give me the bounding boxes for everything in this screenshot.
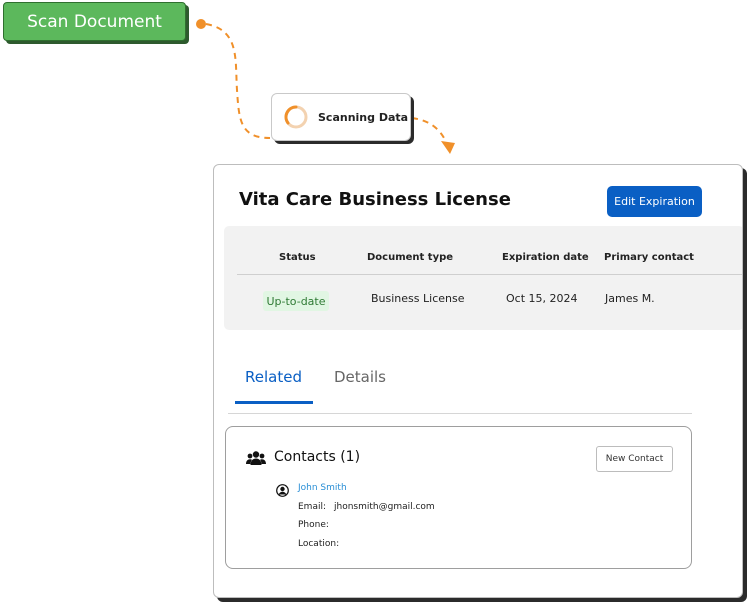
tab-related[interactable]: Related	[245, 368, 302, 386]
primary-contact-value: James M.	[605, 292, 655, 305]
document-card: Vita Care Business License Edit Expirati…	[213, 164, 743, 598]
status-badge: Up-to-date	[263, 291, 329, 311]
phone-label: Phone:	[298, 520, 329, 530]
tabs-divider	[228, 413, 692, 414]
people-icon	[246, 451, 266, 465]
person-icon	[276, 484, 289, 497]
scanning-data-indicator: Scanning Data	[271, 93, 411, 141]
contact-name-link[interactable]: John Smith	[298, 483, 347, 493]
document-type-value: Business License	[371, 292, 465, 305]
flow-dashed-line-1	[205, 23, 271, 139]
flow-arrow-head-icon	[441, 141, 455, 154]
column-header-primary-contact: Primary contact	[604, 252, 694, 263]
email-value: jhonsmith@gmail.com	[334, 502, 435, 512]
flow-start-dot	[196, 19, 206, 29]
contacts-panel: Contacts (1) New Contact John Smith Emai…	[225, 426, 692, 569]
expiration-date-value: Oct 15, 2024	[506, 292, 578, 305]
document-summary: Status Document type Expiration date Pri…	[224, 226, 742, 330]
column-header-expiration-date: Expiration date	[502, 252, 589, 263]
location-label: Location:	[298, 539, 340, 549]
column-header-status: Status	[279, 252, 316, 263]
scan-document-button[interactable]: Scan Document	[3, 2, 186, 41]
active-tab-indicator	[235, 401, 313, 404]
loading-spinner-icon	[284, 105, 308, 129]
column-header-document-type: Document type	[367, 252, 454, 263]
tab-details[interactable]: Details	[334, 368, 386, 386]
flow-dashed-line-2	[411, 117, 447, 143]
email-label: Email:	[298, 502, 327, 512]
page-title: Vita Care Business License	[239, 189, 511, 210]
contacts-title: Contacts (1)	[274, 449, 361, 465]
scanning-data-label: Scanning Data	[318, 110, 409, 124]
divider	[237, 274, 742, 275]
edit-expiration-button[interactable]: Edit Expiration	[607, 186, 702, 217]
new-contact-button[interactable]: New Contact	[596, 446, 673, 472]
